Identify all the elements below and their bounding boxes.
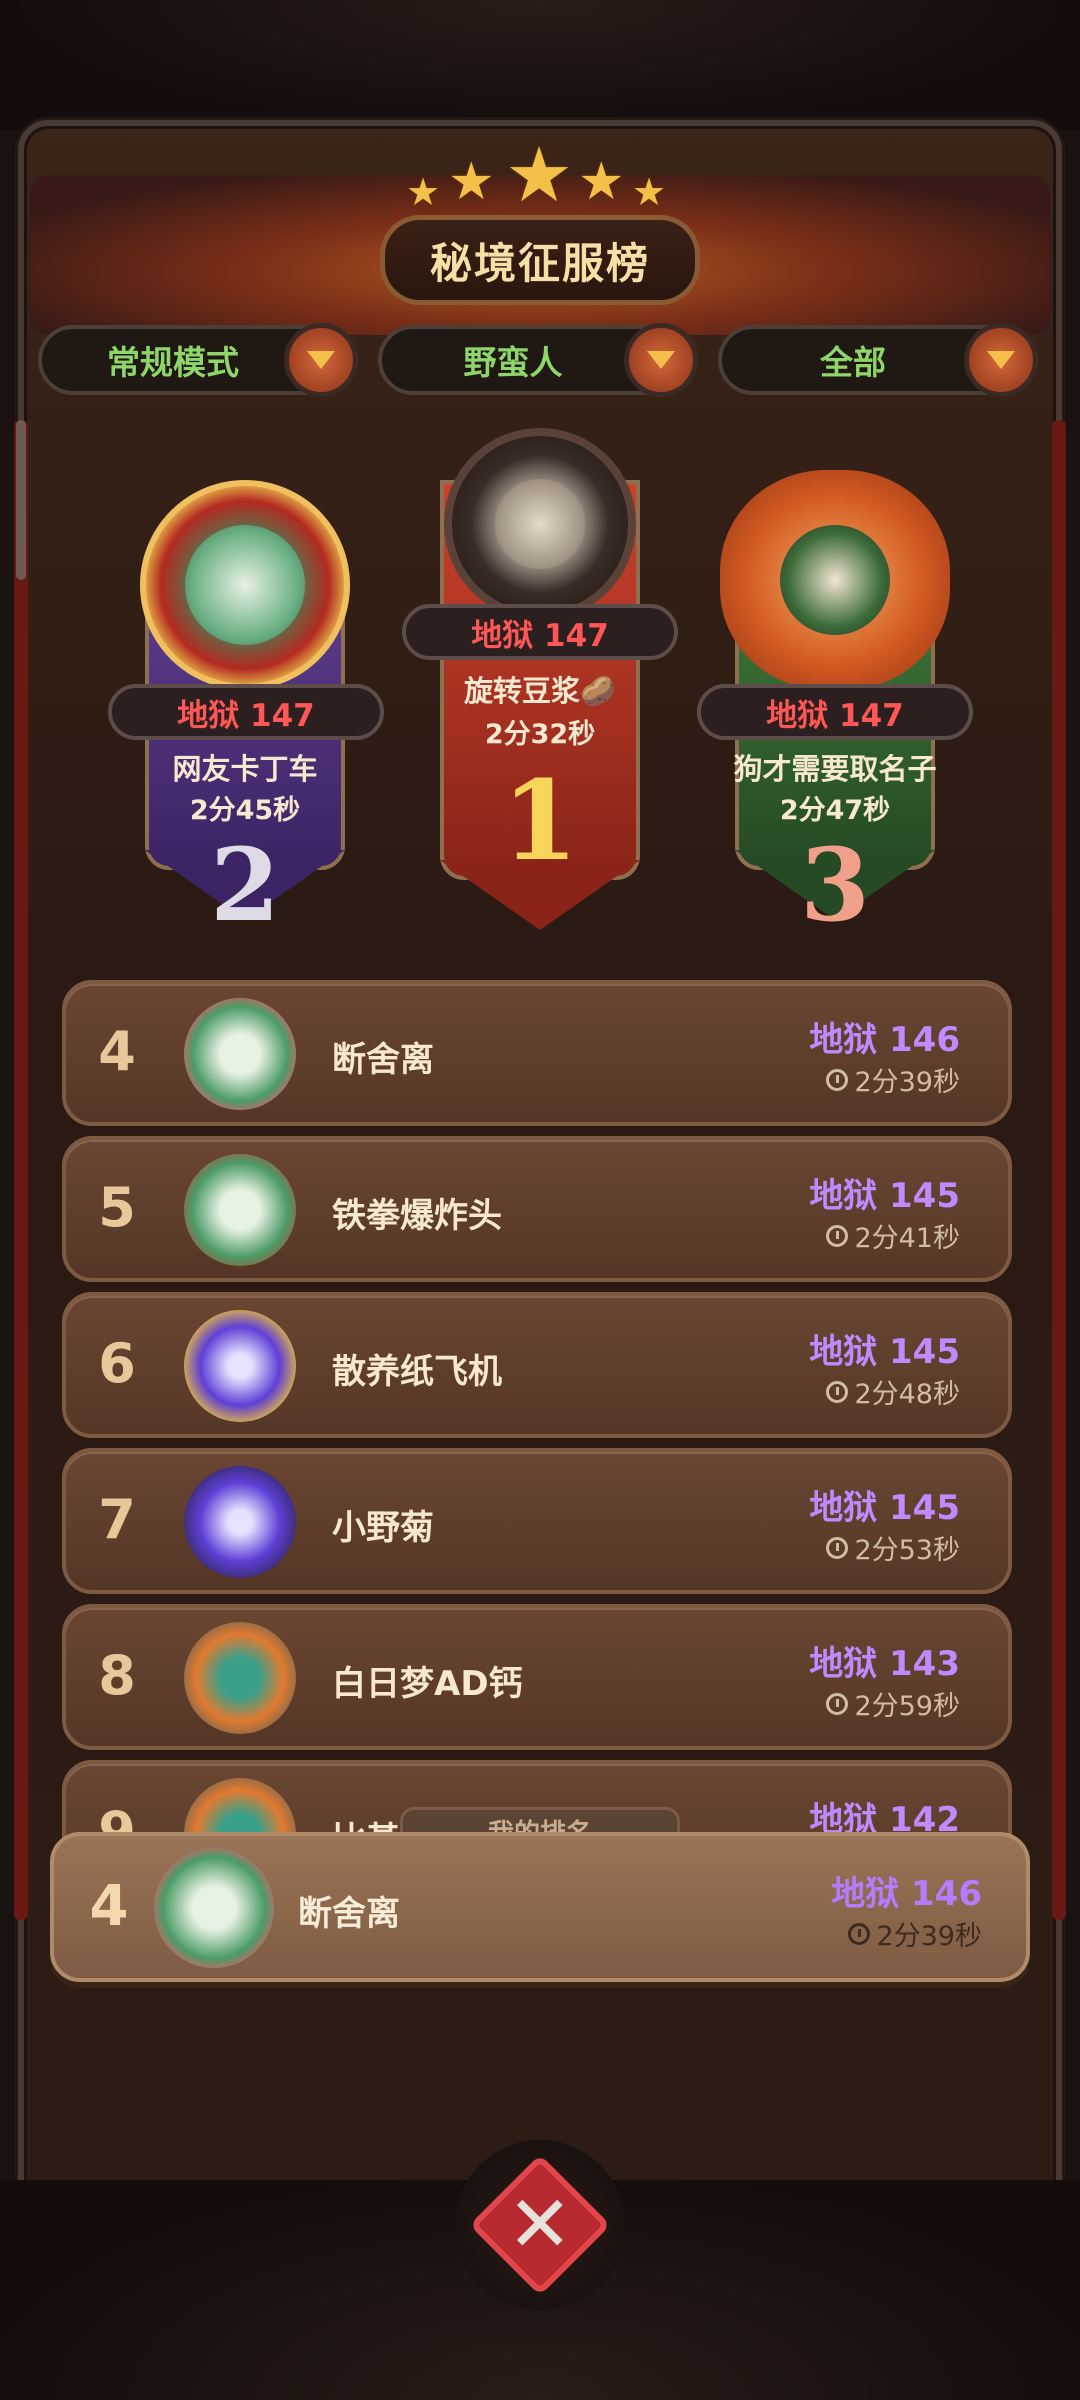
- left-rail: [14, 420, 28, 1920]
- row-rank: 4: [98, 1020, 136, 1083]
- row-level: 地狱 145: [809, 1488, 960, 1528]
- podium-first-time: 2分32秒: [484, 719, 596, 750]
- dropdown-arrow-icon[interactable]: [284, 323, 358, 397]
- my-rank-row[interactable]: 4 断舍离 地狱 146 2分39秒: [50, 1832, 1030, 1982]
- player-avatar: [184, 1466, 296, 1578]
- row-time-text: 2分59秒: [854, 1691, 960, 1722]
- ranking-list[interactable]: 4 断舍离 地狱 146 2分39秒 5 铁拳爆炸头 地狱 145 2分41秒 …: [62, 980, 1012, 1840]
- podium-third-level: 地狱 147: [697, 684, 973, 740]
- player-avatar: [184, 1154, 296, 1266]
- my-rank-number: 4: [89, 1874, 129, 1939]
- row-time-text: 2分41秒: [854, 1223, 960, 1254]
- row-level: 地狱 146: [809, 1020, 960, 1060]
- row-level: 地狱 145: [809, 1176, 960, 1216]
- ranking-row[interactable]: 8 白日梦AD钙 地狱 143 2分59秒: [62, 1604, 1012, 1750]
- my-rank-level: 地狱 146: [831, 1874, 982, 1914]
- player-avatar: [184, 1622, 296, 1734]
- star-icon: ★: [505, 130, 574, 219]
- clock-icon: [826, 1380, 849, 1403]
- right-rail: [1052, 420, 1066, 1920]
- podium-first-name: 旋转豆浆🥔: [463, 674, 617, 708]
- row-time-text: 2分53秒: [854, 1535, 960, 1566]
- podium-second-time: 2分45秒: [189, 795, 301, 826]
- avatar: [444, 428, 636, 620]
- player-avatar: [184, 1310, 296, 1422]
- row-rank: 6: [98, 1332, 136, 1395]
- row-name: 铁拳爆炸头: [332, 1196, 502, 1236]
- podium-third-rank: 3: [800, 826, 870, 944]
- close-icon: ✕: [469, 2154, 611, 2296]
- row-time: 2分53秒: [826, 1528, 960, 1567]
- row-name: 白日梦AD钙: [332, 1664, 523, 1704]
- podium-third-name: 狗才需要取名子: [733, 752, 937, 786]
- row-time: 2分41秒: [826, 1216, 960, 1255]
- ranking-row[interactable]: 4 断舍离 地狱 146 2分39秒: [62, 980, 1012, 1126]
- clock-icon: [826, 1224, 849, 1247]
- close-button[interactable]: ✕: [455, 2140, 625, 2310]
- podium-second-name: 网友卡丁车: [172, 752, 318, 786]
- podium-first-rank: 1: [501, 756, 579, 885]
- player-avatar: [154, 1848, 274, 1968]
- star-icon: ★: [578, 152, 625, 212]
- podium-second-level: 地狱 147: [108, 684, 384, 740]
- ranking-row[interactable]: 7 小野菊 地狱 145 2分53秒: [62, 1448, 1012, 1594]
- player-avatar: [184, 998, 296, 1110]
- scrollbar[interactable]: [16, 420, 26, 580]
- star-icon: ★: [406, 170, 441, 214]
- row-time: 2分59秒: [826, 1684, 960, 1723]
- row-time: 2分48秒: [826, 1372, 960, 1411]
- row-level: 地狱 143: [809, 1644, 960, 1684]
- avatar: [720, 470, 950, 690]
- podium-second-rank: 2: [210, 826, 280, 944]
- dropdown-arrow-icon[interactable]: [964, 323, 1038, 397]
- row-level: 地狱 145: [809, 1332, 960, 1372]
- my-rank-time: 2分39秒: [848, 1914, 982, 1953]
- ranking-row[interactable]: 6 散养纸飞机 地狱 145 2分48秒: [62, 1292, 1012, 1438]
- mode-selector[interactable]: 常规模式: [38, 323, 358, 397]
- scope-selector[interactable]: 全部: [718, 323, 1038, 397]
- top-background: [0, 0, 1080, 130]
- row-name: 断舍离: [332, 1040, 434, 1080]
- dropdown-arrow-icon[interactable]: [624, 323, 698, 397]
- star-icon: ★: [632, 170, 667, 214]
- row-rank: 5: [98, 1176, 136, 1239]
- clock-icon: [848, 1922, 871, 1945]
- my-rank-name: 断舍离: [298, 1894, 400, 1934]
- row-rank: 7: [98, 1488, 136, 1551]
- row-time: 2分39秒: [826, 1060, 960, 1099]
- star-icon: ★: [448, 152, 495, 212]
- my-rank-time-text: 2分39秒: [876, 1921, 982, 1952]
- player-avatar: [184, 1778, 296, 1840]
- row-name: 散养纸飞机: [332, 1352, 502, 1392]
- row-time-text: 2分39秒: [854, 1067, 960, 1098]
- page-title: 秘境征服榜: [380, 215, 700, 305]
- ranking-row[interactable]: 5 铁拳爆炸头 地狱 145 2分41秒: [62, 1136, 1012, 1282]
- row-name: 小野菊: [332, 1508, 434, 1548]
- avatar: [140, 480, 350, 690]
- clock-icon: [826, 1692, 849, 1715]
- row-rank: 8: [98, 1644, 136, 1707]
- star-rating: ★ ★ ★ ★ ★: [400, 130, 680, 220]
- class-selector[interactable]: 野蛮人: [378, 323, 698, 397]
- podium-first-level: 地狱 147: [402, 604, 678, 660]
- clock-icon: [826, 1068, 849, 1091]
- podium-third-time: 2分47秒: [779, 795, 891, 826]
- page-title-text: 秘境征服榜: [429, 238, 650, 288]
- clock-icon: [826, 1536, 849, 1559]
- row-time-text: 2分48秒: [854, 1379, 960, 1410]
